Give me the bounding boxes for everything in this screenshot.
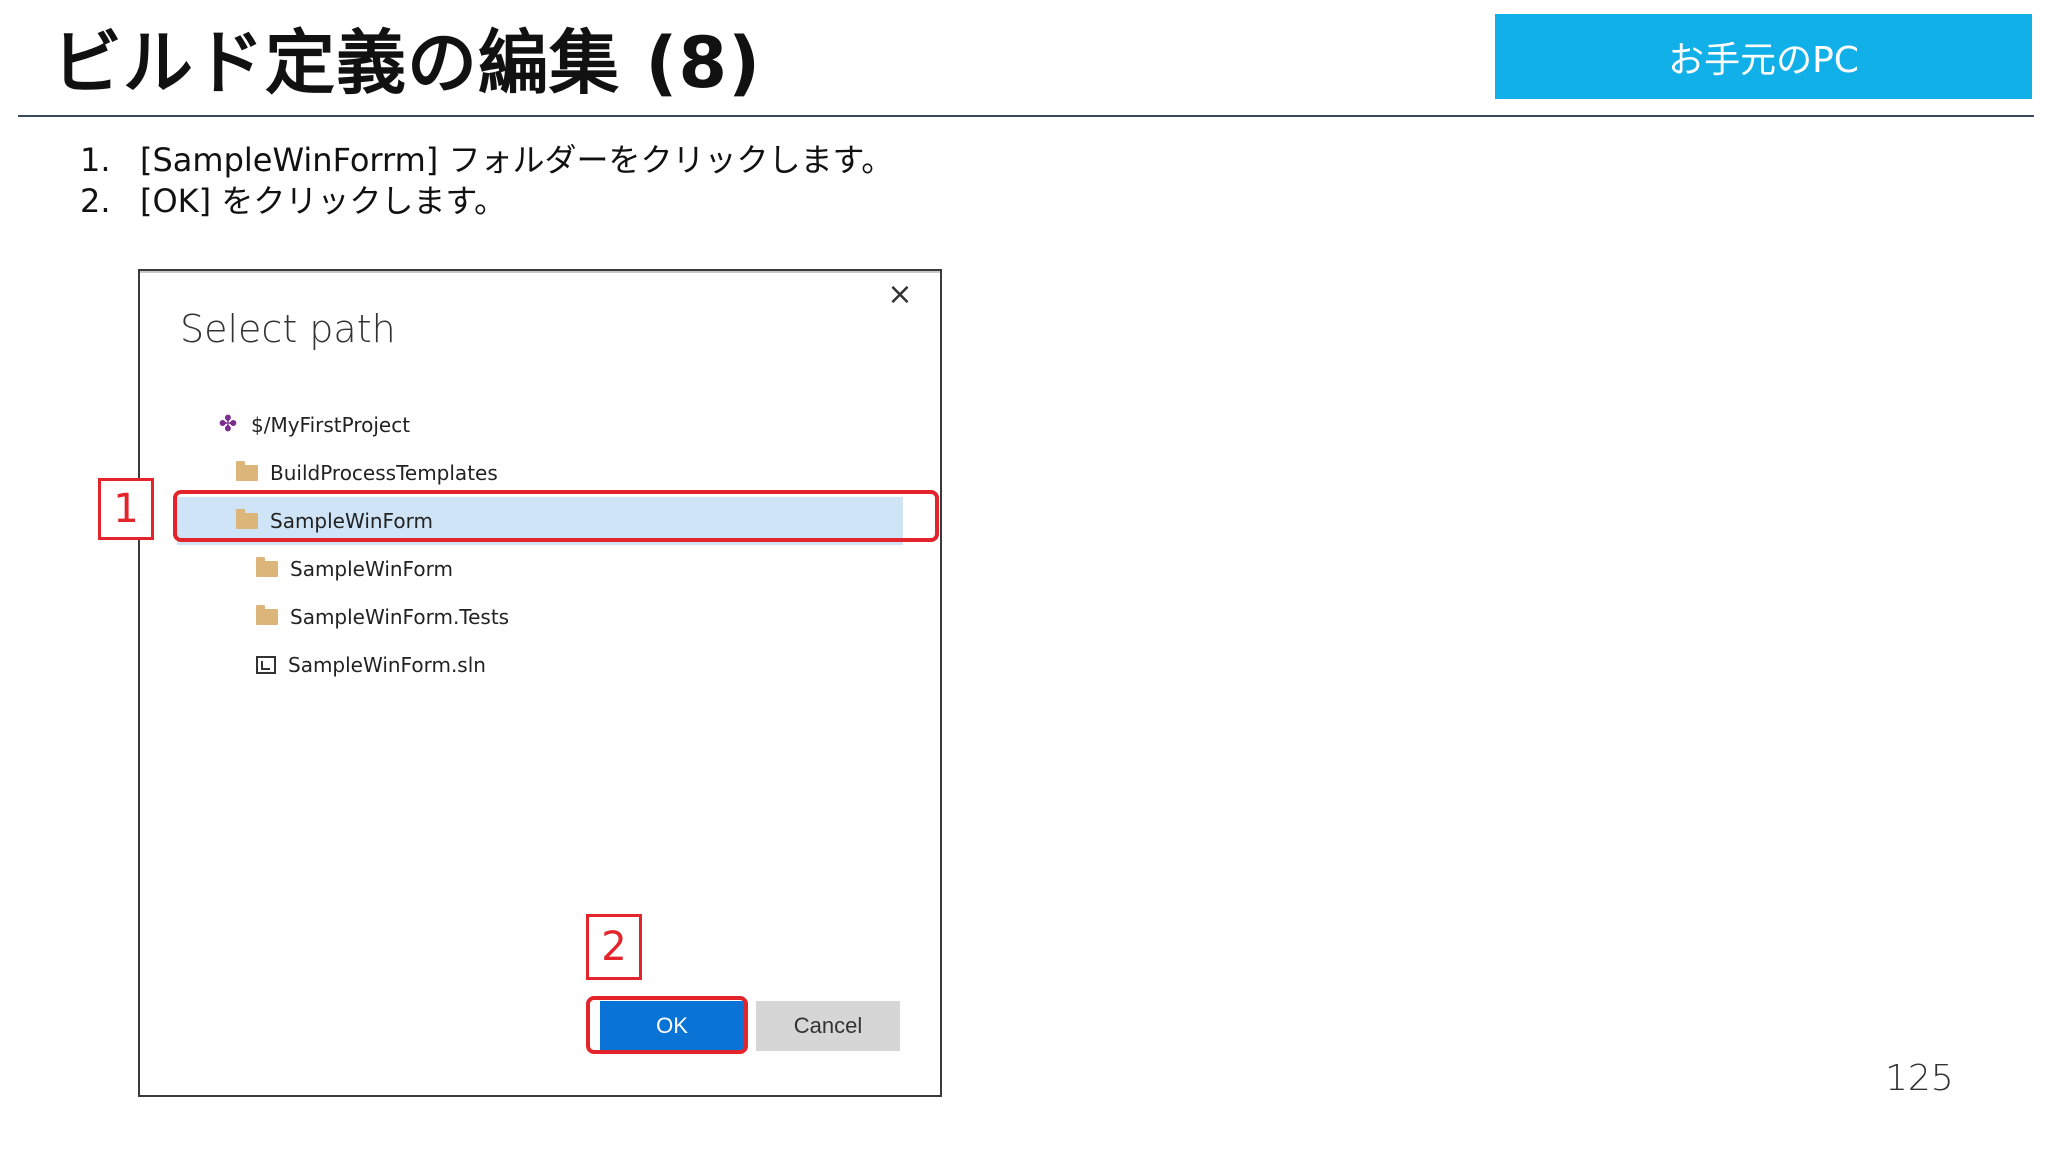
cancel-button[interactable]: Cancel bbox=[756, 1001, 900, 1051]
tree-item-samplewinform-child[interactable]: SampleWinForm bbox=[140, 545, 900, 593]
solution-file-icon bbox=[256, 656, 276, 674]
folder-icon bbox=[256, 557, 278, 577]
folder-icon bbox=[236, 461, 258, 481]
tree-item-samplewinform-sln[interactable]: SampleWinForm.sln bbox=[140, 641, 900, 689]
tree-item-label: SampleWinForm.sln bbox=[288, 653, 486, 677]
instruction-step: 1. [SampleWinForrm] フォルダーをクリックします。 bbox=[80, 140, 893, 181]
instruction-list: 1. [SampleWinForrm] フォルダーをクリックします。 2. [O… bbox=[80, 140, 893, 222]
tree-item-label: BuildProcessTemplates bbox=[270, 461, 498, 485]
path-tree: ✤ $/MyFirstProject BuildProcessTemplates… bbox=[140, 401, 903, 689]
step-number: 1. bbox=[80, 141, 111, 179]
tree-item-label: $/MyFirstProject bbox=[251, 413, 411, 437]
close-icon[interactable]: × bbox=[886, 280, 914, 310]
step-text: [SampleWinForrm] フォルダーをクリックします。 bbox=[140, 141, 894, 179]
step-number: 2. bbox=[80, 182, 111, 220]
dialog-title: Select path bbox=[180, 307, 396, 351]
tree-item-label: SampleWinForm.Tests bbox=[290, 605, 510, 629]
slide: ビルド定義の編集 (8) お手元のPC 1. [SampleWinForrm] … bbox=[0, 0, 2048, 1152]
instruction-step: 2. [OK] をクリックします。 bbox=[80, 181, 893, 222]
page-number: 125 bbox=[1885, 1058, 1954, 1099]
tree-item-label: SampleWinForm bbox=[290, 557, 453, 581]
environment-badge: お手元のPC bbox=[1495, 14, 2032, 99]
step-text: [OK] をクリックします。 bbox=[140, 182, 507, 220]
callout-highlight-2 bbox=[586, 996, 748, 1054]
slide-title: ビルド定義の編集 (8) bbox=[52, 22, 762, 104]
select-path-dialog: × Select path ✤ $/MyFirstProject BuildPr… bbox=[138, 269, 942, 1097]
tree-item-samplewinform-tests[interactable]: SampleWinForm.Tests bbox=[140, 593, 900, 641]
callout-highlight-1 bbox=[173, 490, 939, 542]
callout-number-2: 2 bbox=[586, 914, 642, 980]
callout-number-1: 1 bbox=[98, 478, 154, 540]
tree-item-team-project[interactable]: ✤ $/MyFirstProject bbox=[140, 401, 900, 449]
team-project-icon: ✤ bbox=[218, 412, 238, 437]
folder-icon bbox=[256, 605, 278, 625]
title-divider bbox=[18, 115, 2034, 117]
